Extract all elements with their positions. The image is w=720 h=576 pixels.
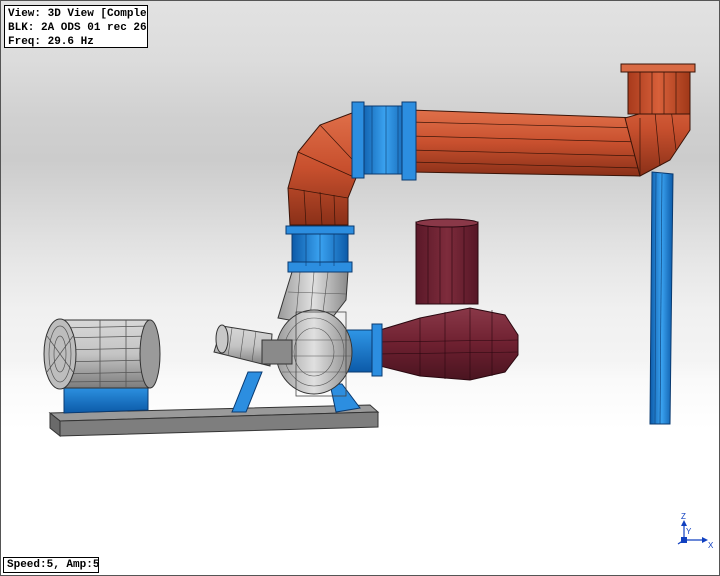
view-info-box: View: 3D View [Complex] BLK: 2A ODS 01 r… bbox=[4, 5, 148, 48]
xyz-axis-triad-icon: Z Y X bbox=[677, 512, 714, 550]
overhead-flange bbox=[351, 101, 417, 181]
inlet-bell[interactable] bbox=[415, 218, 479, 305]
motor-feet bbox=[63, 384, 149, 414]
x-axis-label: X bbox=[708, 541, 714, 550]
animation-status-text: Speed:5, Amp:5 bbox=[7, 559, 100, 571]
model-3d-view[interactable] bbox=[0, 0, 720, 576]
view-label: View: 3D View [Complex] bbox=[8, 8, 148, 20]
z-axis-label: Z bbox=[681, 512, 686, 521]
pump-casing[interactable] bbox=[213, 309, 353, 397]
overhead-pipe[interactable] bbox=[409, 63, 696, 177]
motor[interactable] bbox=[43, 318, 161, 390]
support-column[interactable] bbox=[649, 171, 674, 425]
animation-status-box: Speed:5, Amp:5 bbox=[3, 557, 99, 573]
y-axis-label: Y bbox=[686, 527, 692, 536]
frequency-label: Freq: 29.6 Hz bbox=[8, 36, 94, 48]
block-label: BLK: 2A ODS 01 rec 26 bbox=[8, 22, 147, 34]
vertical-flange bbox=[285, 225, 355, 273]
discharge-pipe[interactable] bbox=[379, 307, 519, 381]
